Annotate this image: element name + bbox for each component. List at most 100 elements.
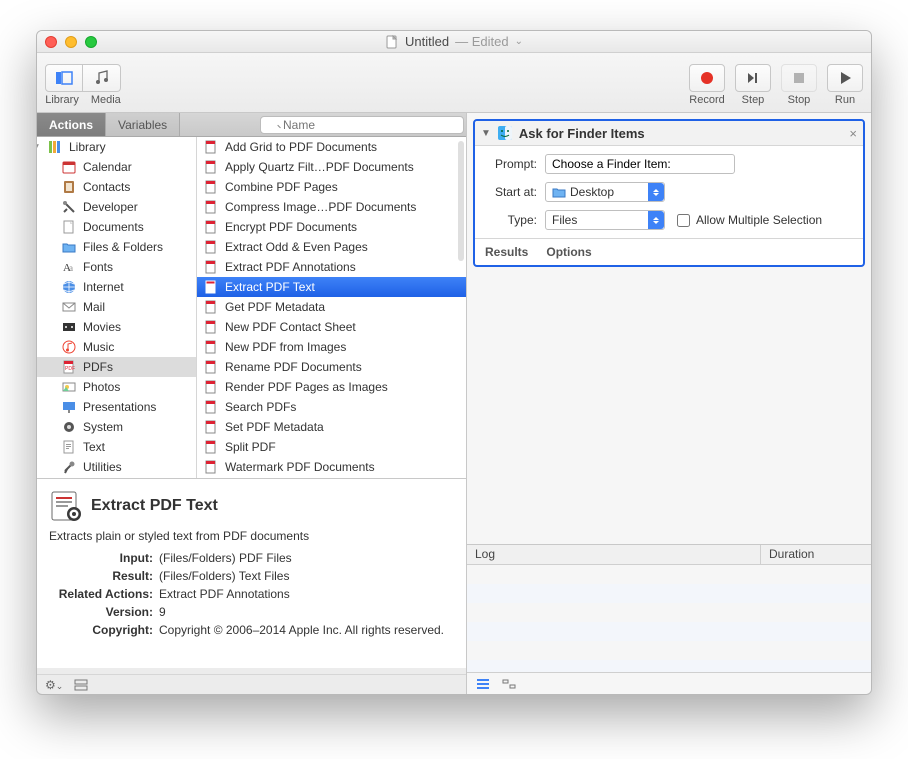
- action-row[interactable]: Get PDF Metadata: [197, 297, 466, 317]
- info-related-value: Extract PDF Annotations: [159, 587, 454, 601]
- sidebar-item-files-folders[interactable]: Files & Folders: [37, 237, 196, 257]
- sidebar-item-label: Files & Folders: [83, 240, 163, 254]
- type-popup[interactable]: Files: [545, 210, 665, 230]
- action-row[interactable]: Watermark PDF Documents: [197, 457, 466, 477]
- action-row-label: Combine PDF Pages: [225, 180, 338, 194]
- traffic-lights: [45, 36, 97, 48]
- info-related-key: Related Actions:: [49, 587, 159, 601]
- media-label: Media: [91, 94, 121, 106]
- sidebar-item-text[interactable]: Text: [37, 437, 196, 457]
- log-column-log[interactable]: Log: [467, 545, 761, 564]
- log-column-duration[interactable]: Duration: [761, 545, 871, 564]
- sidebar-item-developer[interactable]: Developer: [37, 197, 196, 217]
- run-button[interactable]: [827, 64, 863, 92]
- sidebar-item-presentations[interactable]: Presentations: [37, 397, 196, 417]
- action-row[interactable]: New PDF Contact Sheet: [197, 317, 466, 337]
- disclosure-triangle-icon[interactable]: ▼: [37, 142, 41, 153]
- step-button[interactable]: [735, 64, 771, 92]
- record-button[interactable]: [689, 64, 725, 92]
- workflow-canvas[interactable]: ▼ Ask for Finder Items × Prompt: Start a…: [467, 113, 871, 544]
- action-row[interactable]: Search PDFs: [197, 397, 466, 417]
- media-toggle-button[interactable]: [83, 64, 121, 92]
- action-row[interactable]: Compress Image…PDF Documents: [197, 197, 466, 217]
- presentations-icon: [61, 399, 77, 415]
- search-input[interactable]: [260, 116, 464, 134]
- record-label: Record: [689, 94, 724, 106]
- window-title-text: Untitled: [405, 34, 449, 49]
- log-area: Log Duration: [467, 544, 871, 694]
- internet-icon: [61, 279, 77, 295]
- action-row[interactable]: Render PDF Pages as Images: [197, 377, 466, 397]
- action-row-label: Extract PDF Text: [225, 280, 315, 294]
- sidebar-item-internet[interactable]: Internet: [37, 277, 196, 297]
- tab-variables[interactable]: Variables: [106, 113, 180, 136]
- disclosure-triangle-icon[interactable]: ▼: [481, 128, 491, 139]
- action-row[interactable]: Encrypt PDF Documents: [197, 217, 466, 237]
- minimize-window-button[interactable]: [65, 36, 77, 48]
- action-row-label: New PDF Contact Sheet: [225, 320, 356, 334]
- title-dropdown-icon[interactable]: ⌄: [515, 36, 523, 47]
- action-row-label: Search PDFs: [225, 400, 296, 414]
- action-row[interactable]: Set PDF Metadata: [197, 417, 466, 437]
- action-row[interactable]: Extract PDF Text: [197, 277, 466, 297]
- pdf-action-icon: [203, 339, 219, 355]
- allow-multiple-checkbox-row[interactable]: Allow Multiple Selection: [677, 213, 830, 227]
- allow-multiple-checkbox[interactable]: [677, 214, 690, 227]
- action-row[interactable]: New PDF from Images: [197, 337, 466, 357]
- prompt-input[interactable]: [545, 154, 735, 174]
- sidebar-item-pdfs[interactable]: PDFPDFs: [37, 357, 196, 377]
- log-list-view-icon[interactable]: [475, 676, 491, 692]
- sidebar-item-photos[interactable]: Photos: [37, 377, 196, 397]
- pdf-action-icon: [203, 399, 219, 415]
- log-flow-view-icon[interactable]: [501, 676, 517, 692]
- library-sidebar[interactable]: ▼ Library Calendar ContactsDeveloper Docum…: [37, 137, 197, 478]
- sidebar-item-calendar[interactable]: Calendar: [37, 157, 196, 177]
- sidebar-item-label: Documents: [83, 220, 144, 234]
- sidebar-item-mail[interactable]: Mail: [37, 297, 196, 317]
- action-row[interactable]: Combine PDF Pages: [197, 177, 466, 197]
- zoom-window-button[interactable]: [85, 36, 97, 48]
- workflow-view-icon[interactable]: [73, 677, 89, 693]
- gear-icon[interactable]: ⚙︎⌄: [45, 678, 63, 692]
- close-icon[interactable]: ×: [849, 126, 857, 141]
- workflow-action-tab-options[interactable]: Options: [546, 245, 591, 259]
- step-label: Step: [742, 94, 765, 106]
- action-row[interactable]: Split PDF: [197, 437, 466, 457]
- main-split: Actions Variables ▼ Library Calendar Cont…: [37, 113, 871, 694]
- scrollbar[interactable]: [458, 141, 464, 261]
- workflow-action-ask-finder-items[interactable]: ▼ Ask for Finder Items × Prompt: Start a…: [473, 119, 865, 267]
- sidebar-item-fonts[interactable]: AaFonts: [37, 257, 196, 277]
- action-row[interactable]: Apply Quartz Filt…PDF Documents: [197, 157, 466, 177]
- text-icon: [61, 439, 77, 455]
- sidebar-item-documents[interactable]: Documents: [37, 217, 196, 237]
- actions-list[interactable]: Add Grid to PDF Documents Apply Quartz Fi…: [197, 137, 466, 478]
- workflow-action-tab-results[interactable]: Results: [485, 245, 528, 259]
- stop-button[interactable]: [781, 64, 817, 92]
- sidebar-item-system[interactable]: System: [37, 417, 196, 437]
- action-row[interactable]: Rename PDF Documents: [197, 357, 466, 377]
- pdf-action-icon: [203, 139, 219, 155]
- prompt-label: Prompt:: [485, 157, 545, 171]
- pdf-action-icon: [203, 199, 219, 215]
- media-icon: [93, 69, 111, 87]
- tab-actions[interactable]: Actions: [37, 113, 106, 136]
- action-row[interactable]: Extract PDF Annotations: [197, 257, 466, 277]
- sidebar-item-label: Calendar: [83, 160, 132, 174]
- action-row[interactable]: Add Grid to PDF Documents: [197, 137, 466, 157]
- action-row[interactable]: Extract Odd & Even Pages: [197, 237, 466, 257]
- pdf-action-icon: [203, 359, 219, 375]
- sidebar-item-utilities[interactable]: Utilities: [37, 457, 196, 477]
- sidebar-root-library[interactable]: ▼ Library: [37, 137, 196, 157]
- allow-multiple-label: Allow Multiple Selection: [696, 213, 822, 227]
- sidebar-item-music[interactable]: Music: [37, 337, 196, 357]
- pdf-action-icon: [203, 459, 219, 475]
- log-header: Log Duration: [467, 545, 871, 565]
- sidebar-item-movies[interactable]: Movies: [37, 317, 196, 337]
- start-at-value: Desktop: [570, 185, 614, 199]
- action-row-label: Add Grid to PDF Documents: [225, 140, 377, 154]
- pdf-action-icon: [203, 179, 219, 195]
- library-toggle-button[interactable]: [45, 64, 83, 92]
- sidebar-item-contacts[interactable]: Contacts: [37, 177, 196, 197]
- close-window-button[interactable]: [45, 36, 57, 48]
- start-at-popup[interactable]: Desktop: [545, 182, 665, 202]
